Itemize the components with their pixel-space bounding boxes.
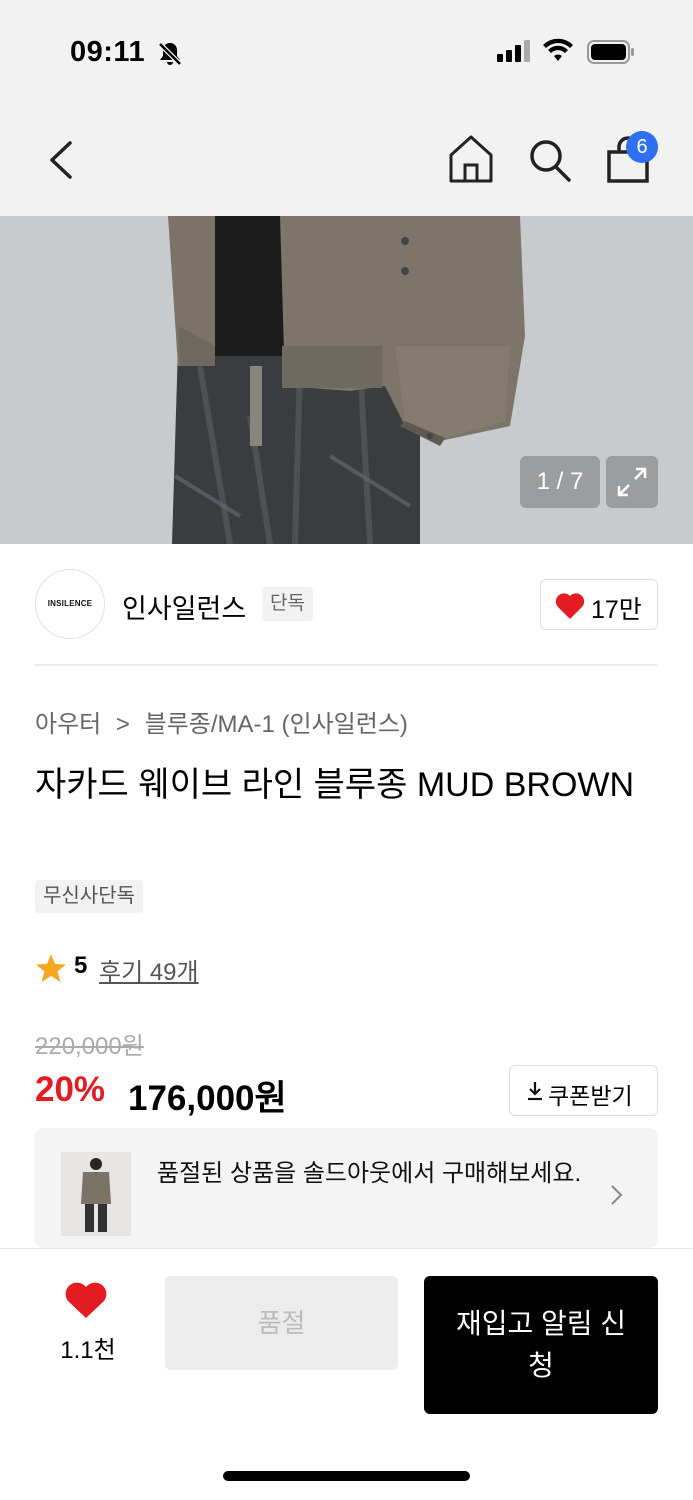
coupon-label: 쿠폰받기 — [548, 1083, 633, 1109]
status-bar: 09:11 — [0, 0, 693, 105]
divider — [35, 664, 658, 666]
brand-logo[interactable]: INSILENCE — [35, 569, 105, 639]
top-nav — [0, 105, 693, 216]
restock-alert-button[interactable]: 재입고 알림 신청 — [424, 1276, 658, 1414]
product-title: 자카드 웨이브 라인 블루종 MUD BROWN — [35, 766, 635, 804]
bell-off-icon — [157, 41, 183, 67]
star-icon — [36, 954, 66, 982]
chevron-right-icon — [611, 1185, 623, 1205]
expand-button[interactable] — [606, 456, 658, 508]
rating-value: 5 — [74, 952, 88, 979]
cart-count-badge: 6 — [626, 131, 658, 163]
home-icon[interactable] — [446, 133, 496, 185]
discount-rate: 20% — [35, 1070, 106, 1109]
download-icon — [528, 1082, 542, 1101]
signal-icon — [497, 40, 530, 62]
wifi-icon — [543, 38, 573, 61]
banner-thumbnail — [61, 1152, 131, 1236]
banner-text: 품절된 상품을 솔드아웃에서 구매해보세요. — [157, 1160, 582, 1187]
brand-name[interactable]: 인사일런스 — [122, 587, 246, 626]
soldout-banner[interactable]: 품절된 상품을 솔드아웃에서 구매해보세요. — [35, 1128, 658, 1248]
exclusive-badge: 무신사단독 — [35, 880, 143, 913]
reviews-link[interactable]: 후기 49개 — [99, 952, 199, 987]
wish-heart-icon[interactable] — [64, 1282, 108, 1320]
battery-icon — [587, 40, 634, 64]
breadcrumb-separator: > — [115, 711, 130, 738]
brand-like-button[interactable]: 17만 — [540, 579, 658, 630]
sale-price: 176,000원 — [128, 1079, 287, 1118]
gallery-page-indicator: 1 / 7 — [520, 456, 600, 508]
status-time: 09:11 — [70, 36, 146, 68]
home-indicator — [223, 1471, 470, 1481]
brand-exclusive-tag: 단독 — [262, 587, 313, 621]
breadcrumb-item[interactable]: 블루종/MA-1 (인사일런스) — [145, 711, 408, 738]
expand-icon — [617, 467, 647, 497]
back-icon[interactable] — [40, 135, 84, 185]
original-price: 220,000원 — [35, 1033, 144, 1060]
search-icon[interactable] — [526, 135, 574, 185]
coupon-button[interactable]: 쿠폰받기 — [509, 1065, 658, 1116]
wish-count: 1.1천 — [60, 1337, 116, 1364]
brand-like-count: 17만 — [591, 596, 642, 624]
breadcrumb-item[interactable]: 아우터 — [35, 711, 101, 738]
soldout-button: 품절 — [165, 1276, 398, 1370]
breadcrumb: 아우터 > 블루종/MA-1 (인사일런스) — [35, 704, 408, 739]
heart-icon — [555, 593, 585, 619]
